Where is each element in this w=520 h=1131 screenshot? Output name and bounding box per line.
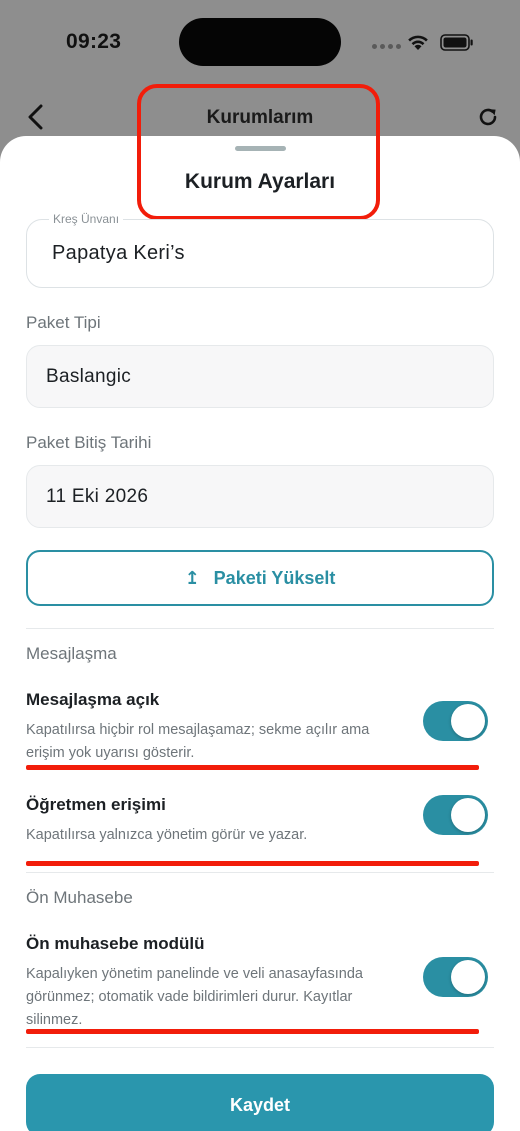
package-type-label: Paket Tipi <box>26 313 101 332</box>
package-type-value: Baslangic <box>46 366 132 387</box>
battery-icon <box>440 34 473 51</box>
refresh-icon[interactable] <box>477 106 499 128</box>
save-button[interactable]: Kaydet <box>26 1074 494 1131</box>
package-end-field: 11 Eki 2026 <box>26 465 494 528</box>
package-end-label: Paket Bitiş Tarihi <box>26 433 152 452</box>
name-field-label: Kreş Ünvanı <box>49 212 124 226</box>
setting-description: Kapalıyken yönetim panelinde ve veli ana… <box>26 966 363 1028</box>
annotation-underline <box>26 861 479 866</box>
upgrade-package-label: Paketi Yükselt <box>213 567 336 588</box>
toggle-knob <box>451 704 485 738</box>
nav-title: Kurumlarım <box>206 107 314 128</box>
messaging-enabled-toggle[interactable] <box>423 701 488 741</box>
toggle-knob <box>451 960 485 994</box>
setting-description: Kapatılırsa yalnızca yönetim görür ve ya… <box>26 827 308 843</box>
setting-description: Kapatılırsa hiçbir rol mesajlaşamaz; sek… <box>26 722 370 761</box>
wifi-icon <box>408 35 428 50</box>
nav-bar: Kurumlarım <box>0 92 520 142</box>
upgrade-package-button[interactable]: ↥ Paketi Yükselt <box>26 550 494 606</box>
annotation-underline <box>26 765 479 770</box>
messaging-section-title: Mesajlaşma <box>26 644 117 663</box>
upload-arrow-icon: ↥ <box>184 567 200 588</box>
dynamic-island <box>179 18 341 66</box>
setting-title: Mesajlaşma açık <box>26 690 160 709</box>
name-field-value: Papatya Keri’s <box>52 242 185 264</box>
sheet-grabber[interactable] <box>235 146 286 151</box>
annotation-underline <box>26 1029 479 1034</box>
package-end-value: 11 Eki 2026 <box>46 486 149 507</box>
save-button-label: Kaydet <box>229 1094 291 1115</box>
accounting-module-toggle[interactable] <box>423 957 488 997</box>
setting-title: Ön muhasebe modülü <box>26 934 205 953</box>
status-time: 09:23 <box>66 30 122 53</box>
cellular-signal-icon <box>372 44 401 49</box>
status-bar: 09:23 <box>0 0 520 84</box>
divider <box>26 872 494 873</box>
divider <box>26 628 494 629</box>
toggle-knob <box>451 798 485 832</box>
package-type-field: Baslangic <box>26 345 494 408</box>
accounting-section-title: Ön Muhasebe <box>26 888 133 907</box>
sheet-title: Kurum Ayarları <box>184 170 336 193</box>
divider <box>26 1047 494 1048</box>
name-field[interactable]: Kreş Ünvanı Papatya Keri’s <box>26 212 494 288</box>
teacher-access-toggle[interactable] <box>423 795 488 835</box>
